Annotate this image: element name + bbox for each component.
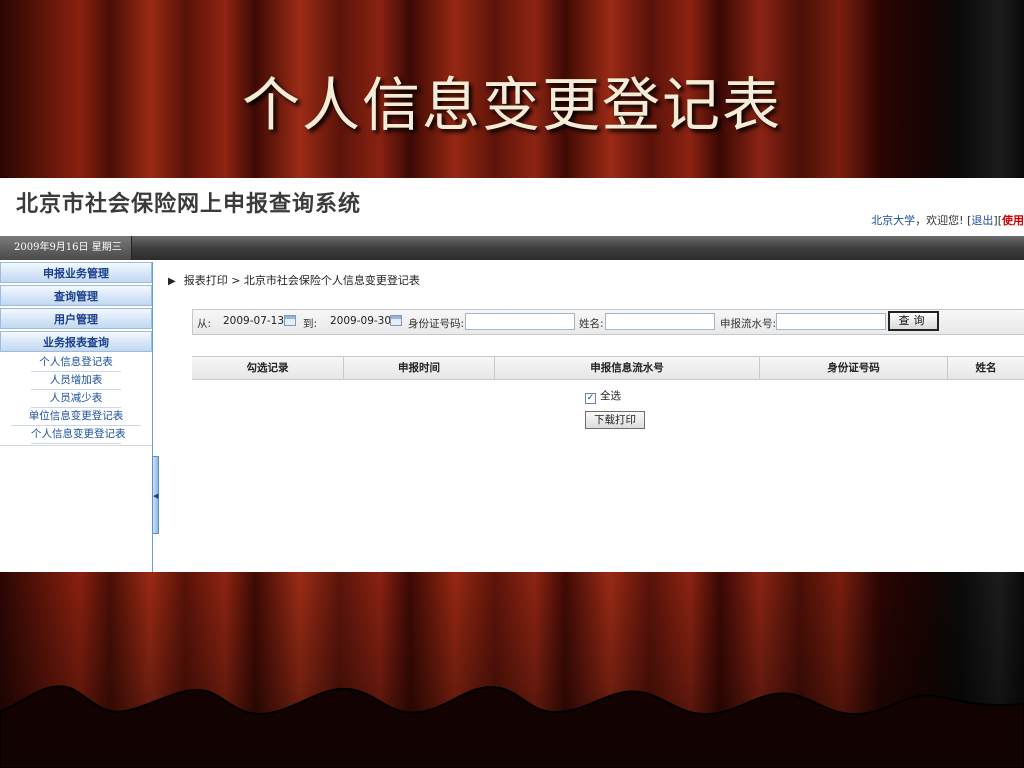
- sub-item-staff-increase[interactable]: 人员增加表: [31, 372, 121, 390]
- from-date-label: 从:: [197, 318, 212, 330]
- col-id-number: 身份证号码: [759, 357, 947, 379]
- query-button[interactable]: 查询: [888, 311, 939, 331]
- col-declare-time: 申报时间: [343, 357, 494, 379]
- col-select-record: 勾选记录: [246, 362, 289, 374]
- name-input[interactable]: [605, 313, 715, 330]
- sub-item-personal-info[interactable]: 个人信息登记表: [31, 354, 121, 372]
- menu-query-management[interactable]: 查询管理: [0, 285, 152, 306]
- logout-link[interactable]: 退出: [971, 214, 993, 227]
- breadcrumb: ▶ 报表打印 > 北京市社会保险个人信息变更登记表: [168, 272, 420, 288]
- welcome-bar: 北京大学，欢迎您! [退出][使用: [871, 212, 1024, 228]
- system-title: 北京市社会保险网上申报查询系统: [16, 192, 362, 217]
- sub-item-staff-decrease[interactable]: 人员减少表: [31, 390, 121, 408]
- select-all[interactable]: ✓ 全选: [585, 388, 621, 404]
- sub-item-unit-info-change[interactable]: 单位信息变更登记表: [11, 408, 141, 426]
- menu-report-query[interactable]: 业务报表查询: [0, 331, 152, 352]
- to-date-label: 到:: [303, 318, 318, 330]
- id-number-label: 身份证号码:: [408, 318, 465, 330]
- curtain-hem: [0, 685, 1024, 768]
- sidebar: 申报业务管理 查询管理 用户管理 业务报表查询 个人信息登记表 人员增加表 人员…: [0, 262, 152, 572]
- serial-number-input[interactable]: [776, 313, 886, 330]
- sidebar-divider: [0, 445, 152, 446]
- breadcrumb-arrow-icon: ▶: [168, 276, 176, 287]
- menu-user-management[interactable]: 用户管理: [0, 308, 152, 329]
- welcome-greeting: ，欢迎您!: [915, 214, 964, 227]
- app-header: 北京市社会保险网上申报查询系统 北京大学，欢迎您! [退出][使用: [0, 178, 1024, 236]
- select-all-checkbox[interactable]: ✓: [585, 393, 596, 404]
- col-name: 姓名: [947, 357, 1024, 379]
- col-serial-number: 申报信息流水号: [494, 357, 759, 379]
- from-calendar-icon[interactable]: [284, 315, 296, 326]
- current-date: 2009年9月16日 星期三: [0, 236, 132, 260]
- name-label: 姓名:: [579, 318, 604, 330]
- breadcrumb-path: 报表打印 > 北京市社会保险个人信息变更登记表: [183, 274, 420, 287]
- sub-item-personal-info-change[interactable]: 个人信息变更登记表: [31, 426, 126, 444]
- to-date-field[interactable]: 2009-09-30: [326, 313, 391, 330]
- id-number-input[interactable]: [465, 313, 575, 330]
- help-link[interactable]: 使用: [1002, 214, 1024, 227]
- menu-declaration-management[interactable]: 申报业务管理: [0, 262, 152, 283]
- table-header: 勾选记录 申报时间 申报信息流水号 身份证号码 姓名: [192, 356, 1024, 380]
- collapse-sidebar-icon[interactable]: ◀: [152, 456, 159, 534]
- serial-number-label: 申报流水号:: [720, 318, 777, 330]
- from-date-field[interactable]: 2009-07-13: [219, 313, 284, 330]
- report-sub-menu: 个人信息登记表 人员增加表 人员减少表 单位信息变更登记表 个人信息变更登记表: [0, 354, 152, 444]
- bracket-mid: ][: [993, 214, 1002, 227]
- search-bar: 从: 2009-07-13 到: 2009-09-30 身份证号码: 姓名: 申…: [192, 309, 1024, 335]
- welcome-user: 北京大学: [871, 214, 916, 227]
- select-all-label: 全选: [600, 390, 621, 402]
- date-bar: 2009年9月16日 星期三: [0, 236, 1024, 260]
- to-calendar-icon[interactable]: [390, 315, 402, 326]
- download-print-button[interactable]: 下载打印: [585, 411, 645, 429]
- slide-title: 个人信息变更登记表: [241, 71, 782, 139]
- screenshot-panel: 北京市社会保险网上申报查询系统 北京大学，欢迎您! [退出][使用 2009年9…: [0, 178, 1024, 572]
